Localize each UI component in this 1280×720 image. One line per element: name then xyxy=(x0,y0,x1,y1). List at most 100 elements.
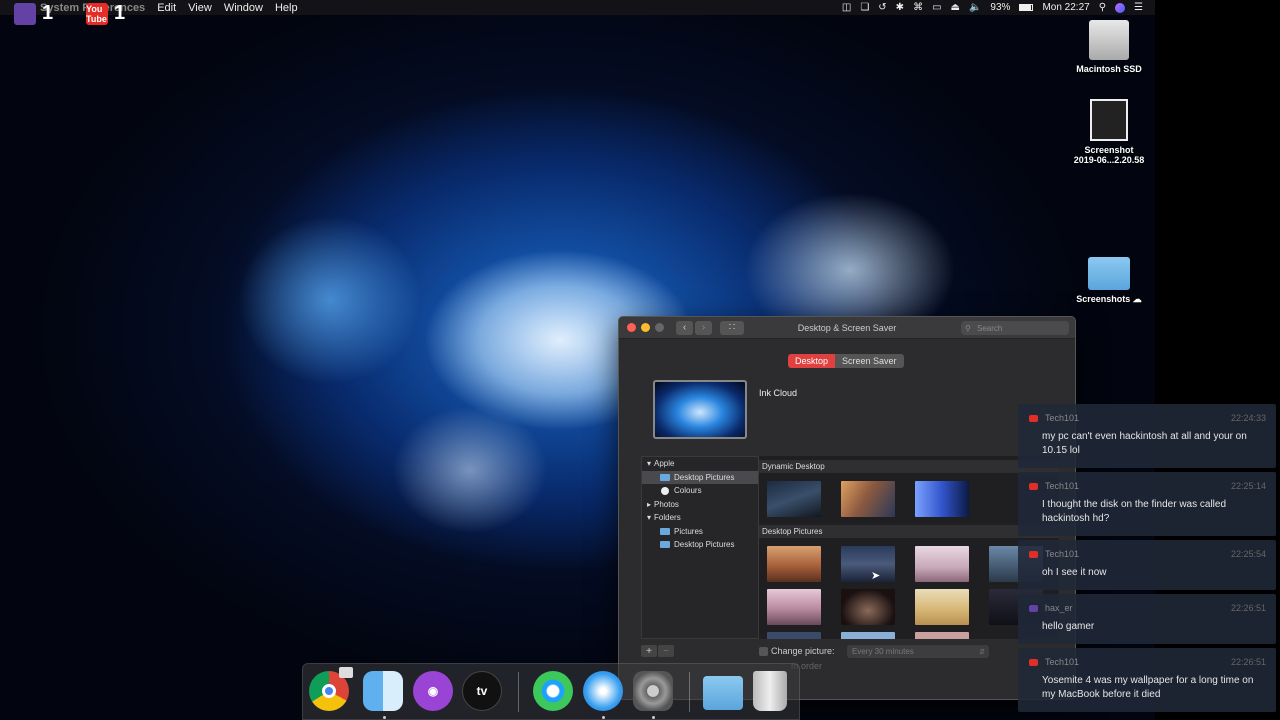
dock-find-my-icon[interactable] xyxy=(533,671,573,711)
dock-finder-icon[interactable] xyxy=(363,671,403,711)
wallpaper-thumbnail[interactable] xyxy=(915,481,969,517)
remove-folder-button[interactable]: − xyxy=(658,645,674,657)
minimize-button[interactable] xyxy=(641,323,650,332)
clock[interactable]: Mon 22:27 xyxy=(1042,2,1089,13)
disclosure-open-icon[interactable]: ▾ xyxy=(647,459,651,468)
menu-view[interactable]: View xyxy=(188,2,212,14)
dock-apple-tv-icon[interactable]: tv xyxy=(462,671,502,711)
current-picture-preview xyxy=(653,380,747,439)
colours-icon xyxy=(661,486,669,495)
wallpaper-thumbnail[interactable] xyxy=(841,481,895,517)
sidebar-toggle-icon[interactable]: ◫ xyxy=(842,2,851,13)
wallpaper-thumbnail[interactable] xyxy=(841,589,895,625)
spotlight-icon[interactable]: ⚲ xyxy=(1099,2,1106,13)
menu-edit[interactable]: Edit xyxy=(157,2,176,14)
wallpaper-thumbnail[interactable] xyxy=(767,589,821,625)
youtube-icon xyxy=(1029,659,1038,666)
youtube-icon xyxy=(1029,415,1038,422)
search-field[interactable]: ⚲ Search xyxy=(961,321,1069,335)
forward-button[interactable]: › xyxy=(695,320,712,335)
sidebar-item-folders[interactable]: ▾ Folders xyxy=(642,511,758,525)
battery-percent[interactable]: 93% xyxy=(990,2,1010,13)
menu-help[interactable]: Help xyxy=(275,2,298,14)
dock: ◉ tv ✧ xyxy=(302,663,800,720)
chat-text: my pc can't even hackintosh at all and y… xyxy=(1042,431,1247,456)
airplay-icon[interactable]: ▭ xyxy=(932,2,941,13)
youtube-icon xyxy=(1029,483,1038,490)
folder-icon xyxy=(660,527,670,535)
notification-center-icon[interactable]: ☰ xyxy=(1134,2,1143,13)
menu-extras: ◫ ❏ ↺ ✱ ⌘ ▭ ⏏ 🔈 93% Mon 22:27 ⚲ ☰ xyxy=(842,0,1143,15)
battery-icon[interactable] xyxy=(1019,4,1034,11)
tab-screen-saver[interactable]: Screen Saver xyxy=(835,354,904,368)
stepper-icon: ⇵ xyxy=(979,648,985,656)
chat-text: Yosemite 4 was my wallpaper for a long t… xyxy=(1042,675,1254,700)
close-button[interactable] xyxy=(627,323,636,332)
sidebar-item-photos[interactable]: ▸ Photos xyxy=(642,498,758,512)
icloud-icon: ☁ xyxy=(1132,294,1142,304)
dock-downloads-folder-icon[interactable] xyxy=(703,676,743,710)
sidebar-item-pictures[interactable]: Pictures xyxy=(642,525,758,539)
change-interval-select[interactable]: Every 30 minutes ⇵ xyxy=(847,645,989,658)
desktop-icon-macintosh-ssd[interactable]: Macintosh SSD xyxy=(1064,20,1154,74)
wallpaper-thumbnail[interactable] xyxy=(841,632,895,639)
chat-message: Tech101 22:25:54 oh I see it now xyxy=(1018,540,1276,590)
wallpaper-thumbnail[interactable] xyxy=(767,632,821,639)
disclosure-open-icon[interactable]: ▾ xyxy=(647,513,651,522)
search-icon: ⚲ xyxy=(965,323,971,333)
desktop-icon-screenshots-folder[interactable]: Screenshots ☁ xyxy=(1064,257,1154,305)
dock-trash-icon[interactable] xyxy=(753,671,787,711)
wifi-icon[interactable]: ⌘ xyxy=(913,2,923,13)
disclosure-closed-icon[interactable]: ▸ xyxy=(647,500,651,509)
chat-username: Tech101 xyxy=(1045,481,1080,491)
chat-username: Tech101 xyxy=(1045,657,1080,667)
sidebar-item-desktop-pictures[interactable]: Desktop Pictures xyxy=(642,470,758,484)
sidebar-item-colours[interactable]: Colours xyxy=(642,484,758,498)
wallpaper-thumbnail[interactable] xyxy=(841,546,895,582)
chat-text: hello gamer xyxy=(1042,621,1095,632)
bluetooth-icon[interactable]: ✱ xyxy=(896,2,904,13)
desktop-icon-label: Screenshot 2019-06...2.20.58 xyxy=(1073,145,1145,165)
chrome-center-icon xyxy=(322,684,336,698)
chat-message: Tech101 22:26:51 Yosemite 4 was my wallp… xyxy=(1018,648,1276,712)
wallpaper-thumbnail[interactable] xyxy=(767,546,821,582)
desktop-icon-screenshot[interactable]: Screenshot 2019-06...2.20.58 xyxy=(1064,99,1154,165)
chat-text: I thought the disk on the finder was cal… xyxy=(1042,499,1227,524)
folder-icon xyxy=(660,541,670,549)
window-titlebar[interactable]: ‹ › ∷ Desktop & Screen Saver ⚲ Search xyxy=(619,317,1075,339)
dock-separator xyxy=(518,672,519,712)
desktop-icon-label: Screenshots ☁ xyxy=(1076,294,1142,304)
time-machine-icon[interactable]: ↺ xyxy=(878,2,886,13)
sidebar-item-folder-desktop-pictures[interactable]: Desktop Pictures xyxy=(642,538,758,552)
show-all-button[interactable]: ∷ xyxy=(720,320,744,335)
sidebar-item-apple[interactable]: ▾ Apple xyxy=(642,457,758,471)
twitch-icon xyxy=(1029,605,1038,612)
change-picture-checkbox[interactable] xyxy=(759,647,768,656)
wallpaper-thumbnail[interactable] xyxy=(915,632,969,639)
youtube-viewer-count: 1 xyxy=(114,2,126,24)
running-indicator xyxy=(383,716,386,719)
search-placeholder: Search xyxy=(977,323,1003,333)
volume-icon[interactable]: 🔈 xyxy=(969,2,981,13)
siri-icon[interactable] xyxy=(1115,2,1126,13)
back-button[interactable]: ‹ xyxy=(676,320,693,335)
tab-desktop[interactable]: Desktop xyxy=(788,354,836,368)
add-folder-button[interactable]: + xyxy=(641,645,657,657)
chat-timestamp: 22:25:54 xyxy=(1230,549,1266,559)
dock-safari-icon[interactable]: ✧ xyxy=(583,671,623,711)
chat-message: Tech101 22:25:14 I thought the disk on t… xyxy=(1018,472,1276,536)
wallpaper-thumbnail[interactable] xyxy=(915,589,969,625)
dock-podcasts-icon[interactable]: ◉ xyxy=(413,671,453,711)
dock-system-preferences-icon[interactable] xyxy=(633,671,673,711)
chat-text: oh I see it now xyxy=(1042,567,1107,578)
menu-bar: System Preferences Edit View Window Help… xyxy=(0,0,1155,15)
running-indicator xyxy=(602,716,605,719)
screens-icon[interactable]: ❏ xyxy=(860,2,869,13)
wallpaper-thumbnail[interactable] xyxy=(915,546,969,582)
menu-window[interactable]: Window xyxy=(224,2,263,14)
change-picture-label: Change picture: xyxy=(771,646,835,656)
wallpaper-thumbnail[interactable] xyxy=(767,481,821,517)
eject-icon[interactable]: ⏏ xyxy=(951,2,960,13)
zoom-button[interactable] xyxy=(655,323,664,332)
chat-timestamp: 22:24:33 xyxy=(1230,413,1266,423)
